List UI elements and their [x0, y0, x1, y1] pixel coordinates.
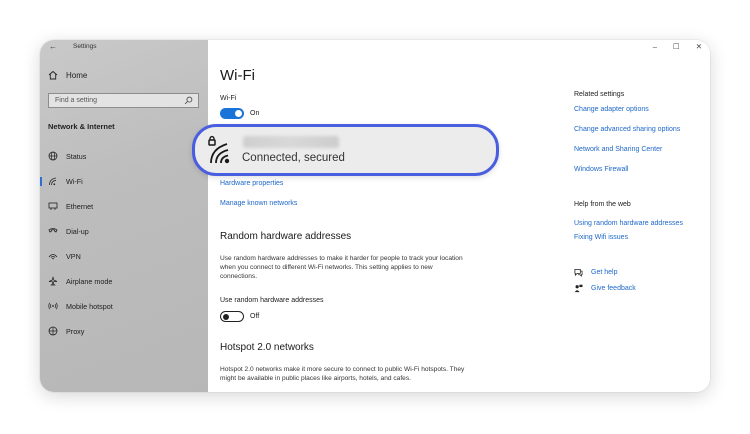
sidebar-item-airplane-mode[interactable]: Airplane mode: [40, 271, 208, 291]
close-icon[interactable]: ✕: [696, 42, 702, 51]
search-input[interactable]: Find a setting: [48, 93, 199, 108]
sidebar-item-label: Wi-Fi: [66, 176, 83, 186]
sidebar-item-mobile-hotspot[interactable]: Mobile hotspot: [40, 296, 208, 316]
random-hw-toggle-row: Off: [220, 311, 259, 322]
change-adapter-options-link[interactable]: Change adapter options: [574, 106, 649, 113]
change-advanced-sharing-link[interactable]: Change advanced sharing options: [574, 126, 680, 133]
sidebar-item-wifi[interactable]: Wi-Fi: [40, 171, 208, 191]
maximize-icon[interactable]: ☐: [673, 42, 680, 51]
toggle-knob: [235, 110, 242, 117]
sidebar-item-home[interactable]: Home: [48, 70, 87, 80]
search-placeholder: Find a setting: [55, 97, 98, 104]
secured-wifi-icon: [207, 135, 237, 165]
home-icon: [48, 70, 58, 80]
sidebar: ← Settings Home Find a setting Network &…: [40, 40, 208, 392]
connected-network-card[interactable]: Connected, secured: [192, 124, 499, 176]
random-hw-toggle-label: Use random hardware addresses: [220, 297, 324, 304]
window-controls: – ☐ ✕: [653, 42, 702, 51]
random-hw-toggle-state: Off: [250, 313, 260, 320]
feedback-person-icon: [574, 284, 583, 293]
title-bar: ← Settings: [40, 40, 208, 54]
hotspot-icon: [48, 301, 58, 311]
main-content: – ☐ ✕ Wi-Fi Wi-Fi On Hardware properties…: [208, 40, 710, 392]
wifi-toggle-row: On: [220, 108, 259, 119]
sidebar-item-label: Ethernet: [66, 201, 94, 211]
settings-window: ← Settings Home Find a setting Network &…: [40, 40, 710, 392]
page-title: Wi-Fi: [220, 67, 255, 84]
sidebar-item-label: Airplane mode: [66, 276, 113, 286]
vpn-icon: [48, 251, 58, 261]
window-title: Settings: [73, 43, 97, 50]
sidebar-item-label: Mobile hotspot: [66, 301, 113, 311]
network-sharing-center-link[interactable]: Network and Sharing Center: [574, 146, 662, 153]
network-ssid-blurred: [243, 136, 339, 148]
manage-known-networks-link[interactable]: Manage known networks: [220, 200, 297, 207]
ethernet-icon: [48, 201, 58, 211]
random-hw-help-link[interactable]: Using random hardware addresses: [574, 220, 683, 227]
random-hw-description: Use random hardware addresses to make it…: [220, 255, 463, 280]
give-feedback-label: Give feedback: [591, 285, 636, 292]
related-settings-heading: Related settings: [574, 91, 625, 98]
dialup-icon: [48, 226, 58, 236]
help-heading: Help from the web: [574, 201, 631, 208]
sidebar-item-label: Status: [66, 151, 87, 161]
toggle-knob: [223, 313, 229, 320]
search-icon: [184, 96, 193, 105]
sidebar-item-status[interactable]: Status: [40, 146, 208, 166]
sidebar-item-label: Home: [66, 70, 88, 80]
sidebar-item-label: Proxy: [66, 326, 85, 336]
sidebar-item-dialup[interactable]: Dial-up: [40, 221, 208, 241]
sidebar-item-vpn[interactable]: VPN: [40, 246, 208, 266]
get-help-link[interactable]: Get help: [574, 268, 617, 277]
network-status: Connected, secured: [242, 152, 345, 164]
fixing-wifi-link[interactable]: Fixing Wifi issues: [574, 234, 628, 241]
section-title: Network & Internet: [48, 122, 115, 131]
minimize-icon[interactable]: –: [653, 42, 657, 51]
sidebar-item-proxy[interactable]: Proxy: [40, 321, 208, 341]
sidebar-item-ethernet[interactable]: Ethernet: [40, 196, 208, 216]
hotspot-heading: Hotspot 2.0 networks: [220, 342, 314, 353]
wifi-toggle[interactable]: [220, 108, 244, 119]
sidebar-item-label: Dial-up: [66, 226, 89, 236]
random-hw-heading: Random hardware addresses: [220, 231, 352, 242]
give-feedback-link[interactable]: Give feedback: [574, 284, 636, 293]
hotspot-description: Hotspot 2.0 networks make it more secure…: [220, 366, 465, 382]
back-arrow-icon[interactable]: ←: [49, 42, 57, 52]
wifi-icon: [48, 176, 58, 186]
airplane-icon: [48, 276, 58, 286]
globe-icon: [48, 151, 58, 161]
proxy-icon: [48, 326, 58, 336]
get-help-label: Get help: [591, 269, 618, 276]
chat-bubble-icon: [574, 268, 583, 277]
wifi-toggle-state: On: [250, 110, 260, 117]
hardware-properties-link[interactable]: Hardware properties: [220, 180, 283, 187]
wifi-toggle-label: Wi-Fi: [220, 95, 237, 102]
windows-firewall-link[interactable]: Windows Firewall: [574, 166, 628, 173]
sidebar-item-label: VPN: [66, 251, 81, 261]
random-hw-toggle[interactable]: [220, 311, 244, 322]
